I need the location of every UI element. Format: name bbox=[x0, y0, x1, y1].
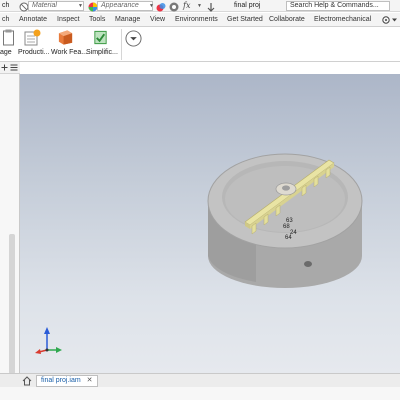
adjust-icon[interactable] bbox=[169, 1, 179, 13]
document-tab-bar: final proj.iam ✕ bbox=[0, 373, 400, 387]
clipboard-icon bbox=[3, 29, 14, 46]
ribbon-expand-button[interactable] bbox=[124, 27, 144, 62]
partial-tab-text: ch bbox=[2, 2, 10, 9]
home-icon[interactable] bbox=[22, 376, 32, 386]
ribbon-tab-bar: ch Annotate Inspect Tools Manage View En… bbox=[0, 13, 400, 27]
browser-header bbox=[0, 62, 20, 74]
tab-annotate[interactable]: Annotate bbox=[19, 13, 47, 27]
tab-environments[interactable]: Environments bbox=[175, 13, 218, 27]
ribbon-panel: age Producti... Work Fea... Simplific... bbox=[0, 27, 400, 62]
simplification-label: Simplific... bbox=[86, 49, 118, 56]
tab-view[interactable]: View bbox=[150, 13, 165, 27]
work-features-icon bbox=[58, 30, 73, 45]
clear-appearance-icon[interactable] bbox=[156, 1, 166, 13]
graphics-viewport[interactable]: 63 68 24 64 bbox=[20, 74, 400, 373]
tab-sketch-partial[interactable]: ch bbox=[2, 13, 9, 27]
work-features-button[interactable]: Work Fea... bbox=[51, 27, 88, 62]
work-features-label: Work Fea... bbox=[51, 49, 88, 56]
ribbon-options-icon[interactable] bbox=[382, 16, 398, 24]
quick-access-toolbar: ch Material ▼ Appearance ▼ fx ▼ final pr… bbox=[0, 0, 400, 12]
chevron-down-circle-icon bbox=[125, 30, 142, 47]
close-tab-icon[interactable]: ✕ bbox=[87, 377, 93, 384]
material-caret-icon[interactable]: ▼ bbox=[78, 0, 83, 12]
document-tab-final-proj[interactable]: final proj.iam ✕ bbox=[36, 375, 98, 387]
productivity-button[interactable]: Producti... bbox=[18, 27, 50, 62]
update-arrow-icon[interactable] bbox=[206, 1, 216, 13]
model-canvas[interactable]: 63 68 24 64 bbox=[20, 74, 400, 373]
manage-button-partial[interactable]: age bbox=[0, 27, 14, 62]
tab-manage[interactable]: Manage bbox=[115, 13, 140, 27]
productivity-icon bbox=[24, 29, 41, 46]
simplification-icon bbox=[94, 30, 107, 45]
manage-label: age bbox=[0, 49, 12, 56]
tab-get-started[interactable]: Get Started bbox=[227, 13, 263, 27]
cylinder-body[interactable] bbox=[207, 153, 363, 288]
document-tab-label: final proj.iam bbox=[41, 377, 81, 384]
appearance-dropdown[interactable]: Appearance bbox=[97, 1, 153, 11]
model-browser bbox=[0, 74, 20, 374]
productivity-label: Producti... bbox=[18, 49, 50, 56]
material-placeholder: Material bbox=[32, 2, 57, 9]
add-icon[interactable] bbox=[1, 64, 8, 71]
tab-inspect[interactable]: Inspect bbox=[57, 13, 80, 27]
appearance-placeholder: Appearance bbox=[101, 2, 139, 9]
parameters-fx-icon[interactable]: fx bbox=[183, 0, 190, 12]
tab-tools[interactable]: Tools bbox=[89, 13, 105, 27]
simplification-button[interactable]: Simplific... bbox=[86, 27, 118, 62]
fx-caret-icon[interactable]: ▼ bbox=[197, 0, 202, 12]
axis-triad-icon[interactable] bbox=[35, 327, 62, 354]
menu-icon[interactable] bbox=[10, 64, 18, 71]
material-dropdown[interactable]: Material bbox=[28, 1, 84, 11]
status-bar bbox=[0, 387, 400, 400]
document-title: final proj bbox=[234, 2, 261, 9]
search-placeholder: Search Help & Commands... bbox=[290, 2, 379, 9]
ribbon-separator bbox=[121, 29, 122, 60]
appearance-caret-icon[interactable]: ▼ bbox=[149, 0, 154, 12]
help-search-input[interactable]: Search Help & Commands... bbox=[286, 1, 390, 11]
tab-electromechanical[interactable]: Electromechanical bbox=[314, 13, 371, 27]
browser-scrollbar[interactable] bbox=[9, 234, 15, 374]
dim-4: 64 bbox=[285, 235, 292, 241]
tab-collaborate[interactable]: Collaborate bbox=[269, 13, 305, 27]
